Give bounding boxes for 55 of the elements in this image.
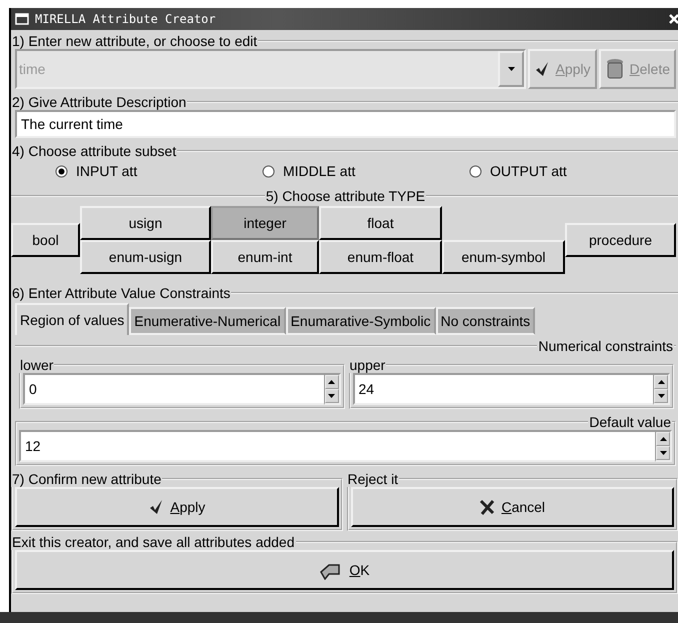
down-arrow-icon [658,394,664,398]
lower-spin-field[interactable]: 0 [23,373,324,405]
type-button[interactable]: procedure [565,223,676,257]
tab[interactable]: No constraints [436,307,536,335]
radio-button[interactable] [469,164,482,178]
check-icon [148,499,164,515]
radio-label: OUTPUT att [490,163,567,179]
description-field[interactable]: The current time [15,110,676,138]
section-legend: 5) Choose attribute TYPE [264,188,426,204]
spin-buttons[interactable] [655,430,672,462]
section-legend: Reject it [346,471,400,487]
radio-label: MIDDLE att [283,163,356,179]
tab[interactable]: Region of values [15,303,130,335]
section-legend: 1) Enter new attribute, or choose to edit [11,33,258,49]
down-arrow-icon [660,451,666,455]
section-legend: 4) Choose attribute subset [11,143,178,159]
tab[interactable]: Enumerative-Numerical [129,307,286,335]
group-legend: Numerical constraints [537,338,674,354]
type-button[interactable]: bool [11,223,80,257]
window-menu-icon[interactable] [15,13,29,25]
up-arrow-icon [328,380,335,384]
upper-spin-field[interactable]: 24 [352,373,653,405]
check-icon [534,61,550,77]
field-legend: lower [19,357,54,373]
section-legend: 2) Give Attribute Description [11,94,188,110]
field-legend: Default value [588,414,672,430]
window-title: MIRELLA Attribute Creator [35,12,217,26]
cross-icon [479,499,496,515]
cancel-button[interactable]: Cancel [350,487,674,527]
type-button[interactable]: integer [211,206,319,240]
up-arrow-icon [658,380,664,384]
section-legend: 7) Confirm new attribute [11,471,162,487]
radio-button[interactable] [262,164,275,178]
section-legend: Exit this creator, and save all attributes added [11,534,296,550]
ok-button[interactable]: OK [15,550,674,590]
type-button[interactable]: enum-int [211,240,319,274]
type-button[interactable]: enum-usign [80,240,211,274]
radio-label: INPUT att [76,163,138,179]
up-arrow-icon [660,437,666,441]
field-legend: upper [348,357,386,373]
type-button[interactable]: usign [80,206,211,240]
type-button[interactable]: enum-symbol [442,240,565,274]
apply-button[interactable]: Apply [15,487,338,527]
default-spin-field[interactable]: 12 [19,430,655,462]
spin-buttons[interactable] [324,373,340,405]
tab[interactable]: Enumarative-Symbolic [286,307,436,335]
type-button[interactable]: enum-float [319,240,442,274]
radio-button[interactable] [55,164,68,178]
type-button[interactable]: float [319,206,442,240]
spin-buttons[interactable] [653,373,670,405]
trash-icon [604,58,625,80]
close-icon[interactable] [668,13,678,25]
section-legend: 6) Enter Attribute Value Constraints [11,285,232,301]
down-arrow-icon [328,394,335,398]
down-arrow-icon [508,67,515,71]
